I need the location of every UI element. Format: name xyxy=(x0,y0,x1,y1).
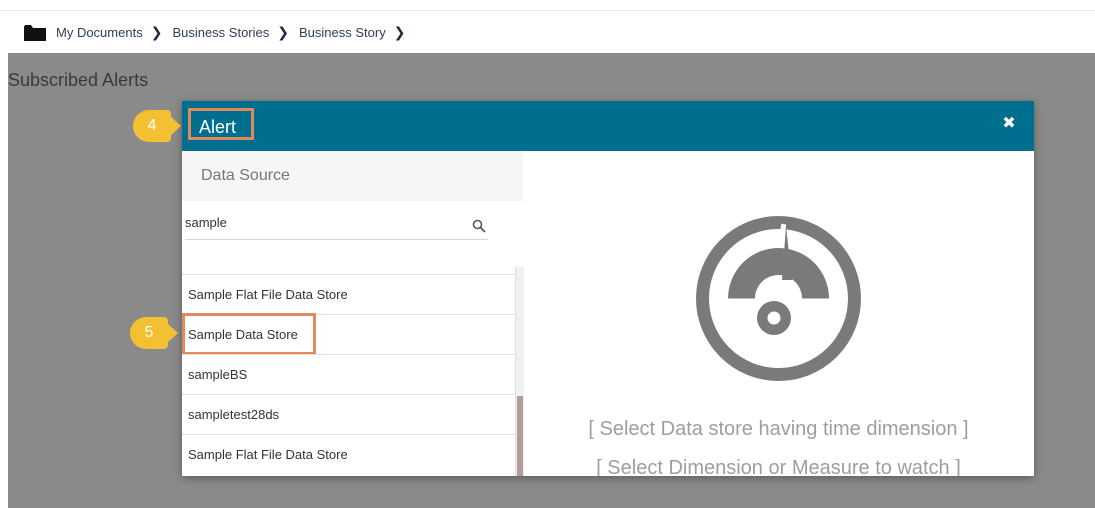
callout-badge-5: 5 xyxy=(130,317,178,349)
page-title: Subscribed Alerts xyxy=(8,70,149,90)
breadcrumb-item-business-stories[interactable]: Business Stories ❯ xyxy=(172,24,299,41)
breadcrumb-item-business-story[interactable]: Business Story ❯ xyxy=(299,24,415,41)
chevron-right-icon: ❯ xyxy=(277,24,289,40)
gauge-icon xyxy=(694,214,863,383)
folder-icon[interactable] xyxy=(24,24,46,41)
dialog-header: Alert ✖ xyxy=(182,101,1034,151)
breadcrumb-label[interactable]: Business Story xyxy=(299,25,386,40)
callout-badge-4: 4 xyxy=(133,110,181,142)
chevron-right-icon: ❯ xyxy=(393,24,406,40)
breadcrumb-label[interactable]: Business Stories xyxy=(172,25,269,40)
breadcrumb-label[interactable]: My Documents xyxy=(56,25,143,40)
list-item-label: sampletest28ds xyxy=(188,407,280,422)
list-item-label: sampleBS xyxy=(188,367,248,382)
list-item[interactable]: sampleBS xyxy=(182,354,516,394)
search-box xyxy=(185,207,488,240)
list-item-label: Sample Flat File Data Store xyxy=(188,447,348,462)
list-item[interactable]: Sample Data Store xyxy=(182,313,516,355)
chevron-right-icon: ❯ xyxy=(150,24,163,40)
list-item-label: Sample Flat File Data Store xyxy=(188,287,348,302)
alert-config-panel: [ Select Data store having time dimensio… xyxy=(523,151,1034,476)
dialog-title: Alert xyxy=(188,108,254,140)
list-item[interactable]: Sample Flat File Data Store xyxy=(182,274,516,314)
list-item[interactable]: sampletest28ds xyxy=(182,394,516,434)
data-source-panel: Data Source Sample Flat File Data Store … xyxy=(182,151,524,476)
highlight-box xyxy=(182,313,316,355)
alert-dialog: Alert ✖ Data Source Sample Flat File Dat… xyxy=(182,101,1034,476)
breadcrumb: My Documents ❯ Business Stories ❯ Busine… xyxy=(8,12,1095,53)
list-item[interactable]: Sample Flat File Data Store xyxy=(182,434,516,474)
top-strip xyxy=(0,0,1095,11)
search-input[interactable] xyxy=(185,207,455,237)
hint-dimension: [ Select Dimension or Measure to watch ] xyxy=(596,457,961,476)
search-icon[interactable] xyxy=(472,219,486,233)
breadcrumb-item-my-documents[interactable]: My Documents ❯ xyxy=(56,24,172,41)
data-source-header: Data Source xyxy=(182,151,523,201)
close-icon[interactable]: ✖ xyxy=(1002,116,1016,132)
hint-datastore: [ Select Data store having time dimensio… xyxy=(588,418,969,440)
data-source-list: Sample Flat File Data Store Sample Data … xyxy=(182,274,523,476)
